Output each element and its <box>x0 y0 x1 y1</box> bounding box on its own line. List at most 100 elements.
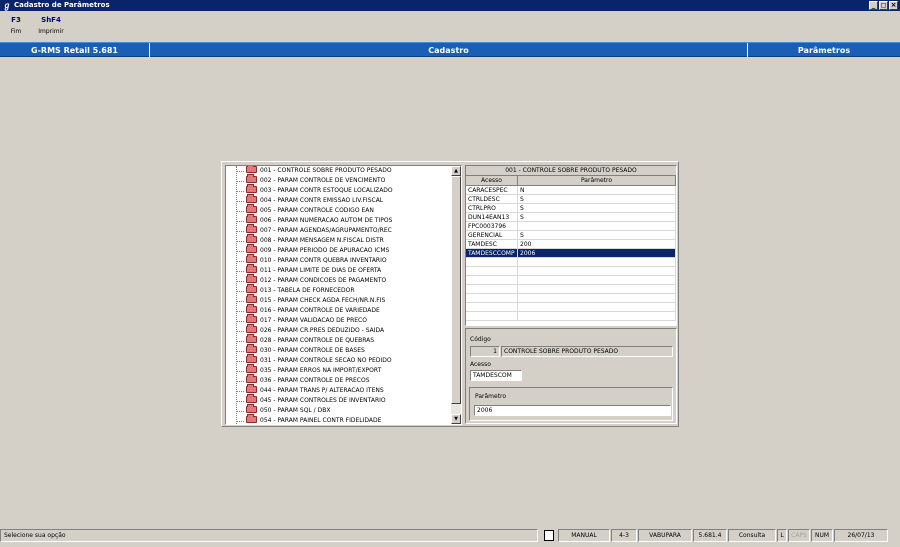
tree-item[interactable]: 013 - TABELA DE FORNECEDOR <box>226 284 451 296</box>
tree-connector <box>236 311 244 312</box>
imprimir-button[interactable]: ShF4 Imprimir <box>36 16 66 35</box>
scroll-thumb[interactable] <box>451 176 461 404</box>
tree-item[interactable]: 001 - CONTROLE SOBRE PRODUTO PESADO <box>226 166 451 176</box>
parametro-field[interactable]: 2006 <box>474 405 671 416</box>
column-acesso[interactable]: Acesso <box>466 176 518 185</box>
tree-item[interactable]: 011 - PARAM LIMITE DE DIAS DE OFERTA <box>226 264 451 276</box>
grid-row[interactable]: CTRLDESC S <box>466 195 676 204</box>
tree-item[interactable]: 003 - PARAM CONTR ESTOQUE LOCALIZADO <box>226 184 451 196</box>
tree-connector <box>236 391 244 392</box>
folder-icon <box>246 244 257 253</box>
tree-item[interactable]: 054 - PARAM PAINEL CONTR FIDELIDADE <box>226 414 451 424</box>
tree-item[interactable]: 031 - PARAM CONTROLE SECAO NO PEDIDO <box>226 354 451 366</box>
tree-connector <box>236 271 244 272</box>
tree-connector <box>236 261 244 262</box>
tree-item[interactable]: 002 - PARAM CONTROLE DE VENCIMENTO <box>226 174 451 186</box>
tree-item-label: 015 - PARAM CHECK AGDA FECH/NR.N.FIS <box>260 297 386 304</box>
grid-row[interactable]: DUN14EAN13 S <box>466 213 676 222</box>
status-action: Consulta <box>728 529 776 542</box>
tree-item[interactable]: 007 - PARAM AGENDAS/AGRUPAMENTO/REC <box>226 224 451 236</box>
tree-item[interactable]: 045 - PARAM CONTROLES DE INVENTARIO <box>226 394 451 406</box>
parametro-label: Parâmetro <box>475 393 507 400</box>
acesso-field[interactable]: TAMDESCOM <box>470 370 522 381</box>
grid-row[interactable]: GERENCIAL S <box>466 231 676 240</box>
tree-item-label: 010 - PARAM CONTR QUEBRA INVENTARIO <box>260 257 387 264</box>
folder-icon <box>246 364 257 373</box>
scroll-down-button[interactable]: ▼ <box>451 414 461 424</box>
cell-acesso <box>466 285 518 293</box>
grid-row[interactable]: FPC0003796 <box>466 222 676 231</box>
parameter-tree[interactable]: 001 - CONTROLE SOBRE PRODUTO PESADO 002 -… <box>225 165 462 425</box>
tree-item[interactable]: 044 - PARAM TRANS P/ ALTERACAO ITENS <box>226 384 451 396</box>
minimize-button[interactable]: _ <box>869 1 878 10</box>
grid-row[interactable]: TAMDESC 200 <box>466 240 676 249</box>
folder-icon <box>246 194 257 203</box>
cell-parametro: 200 <box>518 240 676 248</box>
folder-icon <box>246 184 257 193</box>
tree-item[interactable]: 012 - PARAM CONDICOES DE PAGAMENTO <box>226 274 451 286</box>
tree-item[interactable]: 016 - PARAM CONTROLE DE VARIEDADE <box>226 304 451 316</box>
tree-item[interactable]: 004 - PARAM CONTR EMISSAO LIV.FISCAL <box>226 194 451 206</box>
tree-item[interactable]: 050 - PARAM SQL / DBX <box>226 404 451 416</box>
tree-item[interactable]: 015 - PARAM CHECK AGDA FECH/NR.N.FIS <box>226 294 451 306</box>
title-bar: ℊ Cadastro de Parâmetros _ ◻ × <box>0 0 900 11</box>
status-version: 5.681.4 <box>693 529 727 542</box>
status-date: 26/07/13 <box>834 529 888 542</box>
tree-item[interactable]: 010 - PARAM CONTR QUEBRA INVENTARIO <box>226 254 451 266</box>
tree-item-label: 017 - PARAM VALIDACAO DE PRECO <box>260 317 367 324</box>
fim-key: F3 <box>11 16 21 24</box>
grid-row[interactable]: CARACESPEC N <box>466 186 676 195</box>
tree-item[interactable]: 026 - PARAM CR.PRES DEDUZIDO - SAIDA <box>226 324 451 336</box>
cell-acesso <box>466 258 518 266</box>
folder-icon <box>246 174 257 183</box>
grid-header: Acesso Parâmetro <box>466 176 676 186</box>
window-controls: _ ◻ × <box>869 1 898 10</box>
tree-item-label: 009 - PARAM PERIODO DE APURACAO ICMS <box>260 247 390 254</box>
restore-button[interactable]: ◻ <box>879 1 888 10</box>
window-title: Cadastro de Parâmetros <box>14 1 110 9</box>
close-button[interactable]: × <box>889 1 898 10</box>
imprimir-key: ShF4 <box>41 16 61 24</box>
fim-label: Fim <box>10 28 22 35</box>
tree-item[interactable]: 009 - PARAM PERIODO DE APURACAO ICMS <box>226 244 451 256</box>
imprimir-label: Imprimir <box>38 28 64 35</box>
tree-item-label: 008 - PARAM MENSAGEM N.FISCAL DISTR <box>260 237 384 244</box>
folder-icon <box>246 404 257 413</box>
tree-item[interactable]: 036 - PARAM CONTROLE DE PRECOS <box>226 374 451 386</box>
cell-acesso <box>466 303 518 311</box>
tree-item-label: 002 - PARAM CONTROLE DE VENCIMENTO <box>260 177 386 184</box>
folder-icon <box>246 214 257 223</box>
scroll-up-button[interactable]: ▲ <box>451 166 461 176</box>
tree-connector <box>236 361 244 362</box>
folder-icon <box>246 384 257 393</box>
cell-parametro: N <box>518 186 676 194</box>
grid-row[interactable]: CTRLPRO S <box>466 204 676 213</box>
tree-item[interactable]: 035 - PARAM ERROS NA IMPORT/EXPORT <box>226 364 451 376</box>
tree-item[interactable]: 006 - PARAM NUMERACAO AUTOM DE TIPOS <box>226 214 451 226</box>
grid-row[interactable]: TAMDESCCOMP 2006 <box>466 249 676 258</box>
tree-connector <box>236 191 244 192</box>
cell-parametro <box>518 276 676 284</box>
tree-scrollbar[interactable]: ▲ ▼ <box>451 166 461 424</box>
tree-item[interactable]: 005 - PARAM CONTROLE CODIGO EAN <box>226 204 451 216</box>
tree-item-label: 012 - PARAM CONDICOES DE PAGAMENTO <box>260 277 387 284</box>
tree-connector <box>236 401 244 402</box>
tree-connector <box>236 411 244 412</box>
folder-icon <box>246 394 257 403</box>
tree-item-label: 044 - PARAM TRANS P/ ALTERACAO ITENS <box>260 387 384 394</box>
tree-item[interactable]: 008 - PARAM MENSAGEM N.FISCAL DISTR <box>226 234 451 246</box>
tree-item[interactable]: 028 - PARAM CONTROLE DE QUEBRAS <box>226 334 451 346</box>
folder-icon <box>246 254 257 263</box>
grid-empty-row <box>466 258 676 267</box>
cell-parametro <box>518 303 676 311</box>
folder-icon <box>246 314 257 323</box>
document-icon <box>544 530 554 541</box>
tree-item-label: 011 - PARAM LIMITE DE DIAS DE OFERTA <box>260 267 382 274</box>
tree-item-label: 013 - TABELA DE FORNECEDOR <box>260 287 355 294</box>
cell-parametro: S <box>518 195 676 203</box>
column-parametro[interactable]: Parâmetro <box>518 176 676 185</box>
fim-button[interactable]: F3 Fim <box>6 16 26 35</box>
tree-item[interactable]: 017 - PARAM VALIDACAO DE PRECO <box>226 314 451 326</box>
tree-item[interactable]: 030 - PARAM CONTROLE DE BASES <box>226 344 451 356</box>
codigo-field: 1 <box>470 346 500 357</box>
